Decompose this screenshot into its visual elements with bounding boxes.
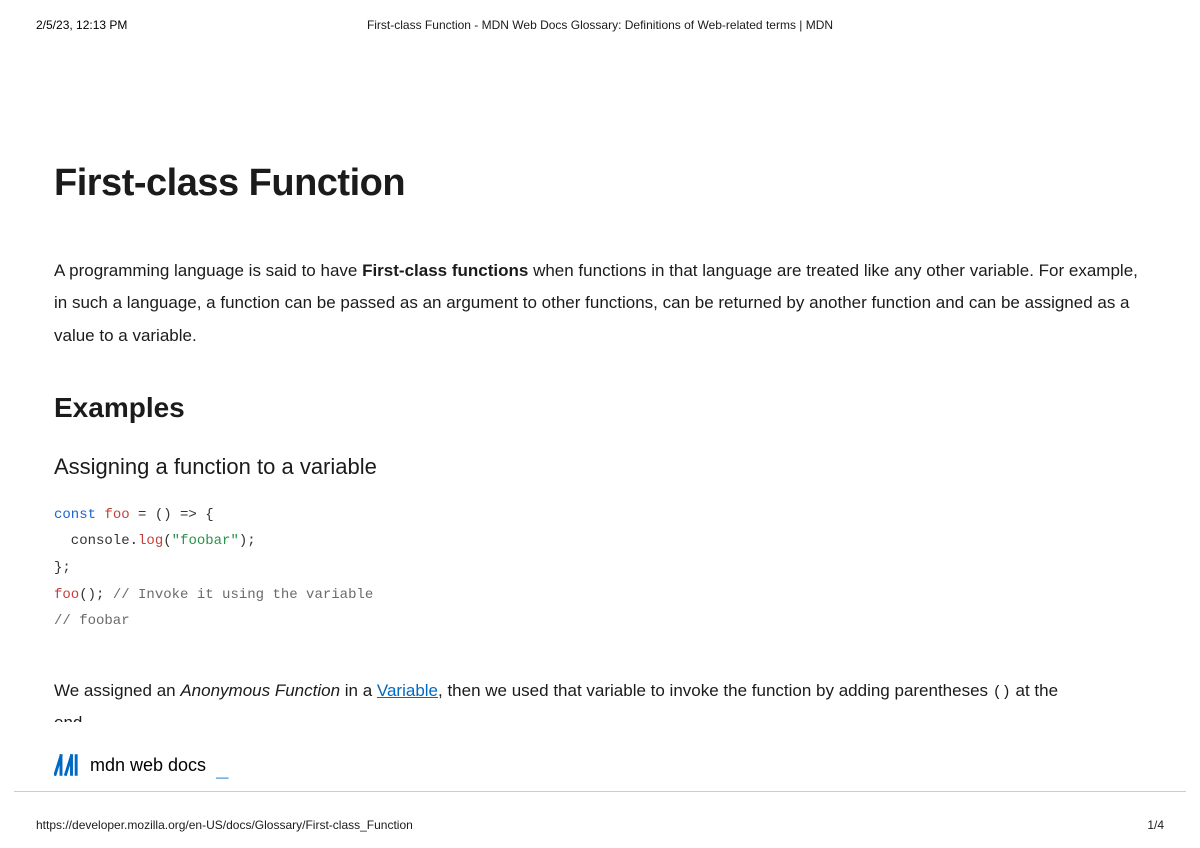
body-text-span: in a: [340, 681, 377, 700]
code-line: console.log("foobar");: [54, 528, 1146, 555]
code-punct: ();: [79, 587, 113, 603]
brand-text: mdn web docs: [90, 755, 206, 776]
code-method: log: [138, 533, 163, 549]
code-comment: // foobar: [54, 613, 130, 629]
code-string: "foobar": [172, 533, 239, 549]
body-paragraph: We assigned an Anonymous Function in a V…: [54, 675, 1146, 708]
examples-heading: Examples: [54, 392, 1146, 424]
assigning-heading: Assigning a function to a variable: [54, 454, 1146, 480]
code-line: foo(); // Invoke it using the variable: [54, 582, 1146, 609]
footer-rule: [14, 791, 1186, 792]
code-punct: (: [163, 533, 171, 549]
code-punct: );: [239, 533, 256, 549]
body-italic-term: Anonymous Function: [180, 681, 340, 700]
code-punct: console.: [54, 533, 138, 549]
content-area: First-class Function A programming langu…: [0, 162, 1200, 733]
body-text-span: , then we used that variable to invoke t…: [438, 681, 993, 700]
print-url: https://developer.mozilla.org/en-US/docs…: [36, 818, 413, 832]
code-keyword: const: [54, 507, 96, 523]
page-title: First-class Function: [54, 162, 1146, 205]
code-identifier: foo: [54, 587, 79, 603]
code-line: };: [54, 555, 1146, 582]
code-line: const foo = () => {: [54, 502, 1146, 529]
variable-link[interactable]: Variable: [377, 681, 438, 700]
code-comment: // Invoke it using the variable: [113, 587, 373, 603]
brand-cursor: _: [216, 756, 228, 782]
body-text-span: at the: [1011, 681, 1058, 700]
body-text-span: We assigned an: [54, 681, 180, 700]
print-title: First-class Function - MDN Web Docs Glos…: [367, 18, 833, 32]
intro-paragraph: A programming language is said to have F…: [54, 255, 1146, 352]
code-punct: };: [54, 560, 71, 576]
print-footer: https://developer.mozilla.org/en-US/docs…: [36, 818, 1164, 832]
code-identifier: foo: [96, 507, 130, 523]
intro-bold-term: First-class functions: [362, 261, 528, 280]
code-block: const foo = () => { console.log("foobar"…: [54, 502, 1146, 635]
code-line: // foobar: [54, 608, 1146, 635]
intro-text-prefix: A programming language is said to have: [54, 261, 362, 280]
code-punct: = () => {: [130, 507, 214, 523]
print-datetime: 2/5/23, 12:13 PM: [36, 18, 127, 32]
mdn-logo-icon: [54, 754, 82, 776]
inline-code: (): [993, 684, 1011, 701]
mdn-brand: mdn web docs _: [54, 722, 228, 778]
print-page-number: 1/4: [1147, 818, 1164, 832]
